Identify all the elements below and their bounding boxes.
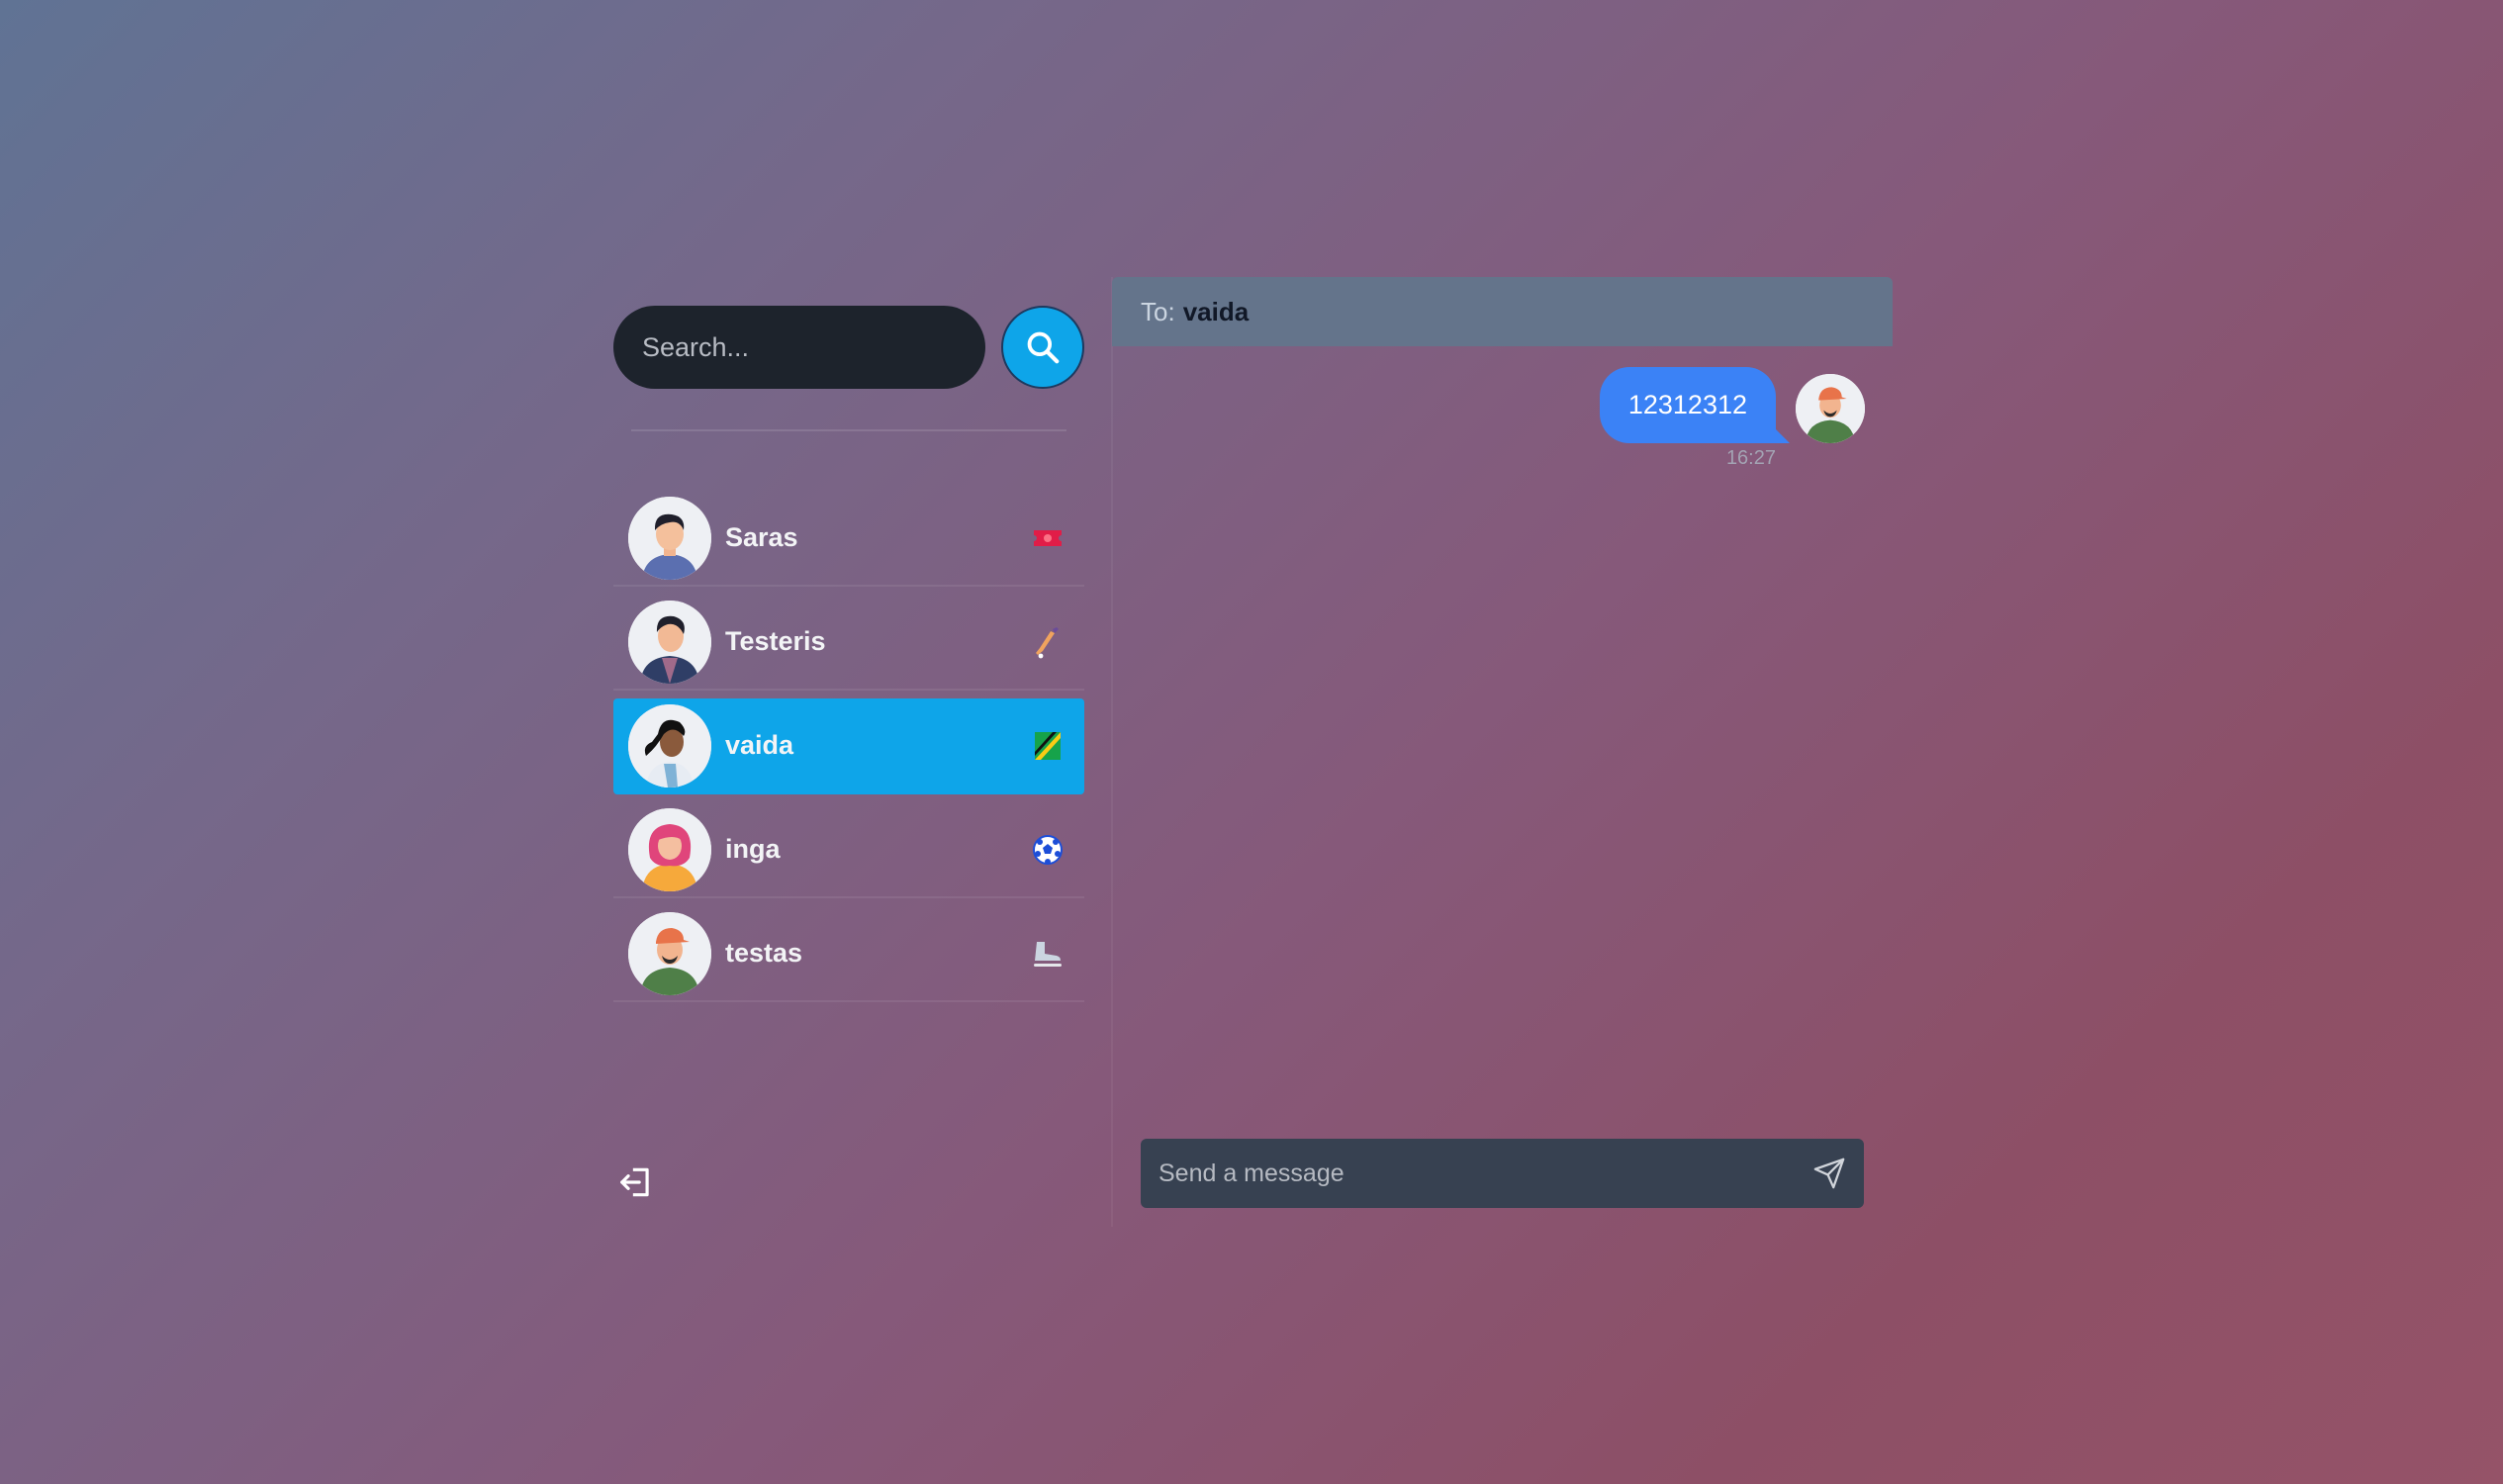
send-icon [1813,1158,1845,1189]
flag-icon [1031,729,1065,763]
chat-app: Saras [613,277,1893,1227]
avatar [628,807,711,891]
logout-button[interactable] [617,1163,655,1201]
recipient-name: vaida [1182,296,1250,326]
avatar [1796,374,1865,443]
search-input[interactable] [613,306,985,389]
avatar [628,496,711,580]
contact-list: Saras Testeris vaida inga testas [613,491,1084,1010]
to-label: To: [1141,296,1175,326]
avatar [628,911,711,995]
contact-item-testas[interactable]: testas [613,906,1084,1002]
search-button[interactable] [1001,306,1084,389]
sidebar-divider [631,429,1066,431]
search-bar [613,306,1084,389]
ticket-icon [1031,521,1065,555]
cricket-bat-icon [1031,625,1065,659]
contact-item-inga[interactable]: inga [613,802,1084,898]
message-input[interactable] [1141,1139,1784,1208]
avatar [628,703,711,788]
message-item: 12312312 [1599,367,1865,443]
contact-item-saras[interactable]: Saras [613,491,1084,587]
avatar [628,600,711,684]
sidebar: Saras [613,277,1084,1227]
search-icon [1027,331,1060,364]
message-text: 12312312 [1627,390,1747,419]
send-button[interactable] [1812,1157,1846,1190]
chat-header: To: vaida [1112,277,1893,346]
contact-item-testeris[interactable]: Testeris [613,595,1084,691]
ice-skate-icon [1031,937,1065,971]
logout-icon [620,1167,649,1197]
soccer-ball-icon [1031,833,1065,867]
contact-item-vaida[interactable]: vaida [613,698,1084,794]
message-timestamp: 16:27 [1725,447,1776,469]
message-composer [1141,1139,1864,1208]
message-bubble: 12312312 [1599,367,1791,443]
chat-panel: To: vaida 12312312 16:27 [1112,277,1893,1227]
